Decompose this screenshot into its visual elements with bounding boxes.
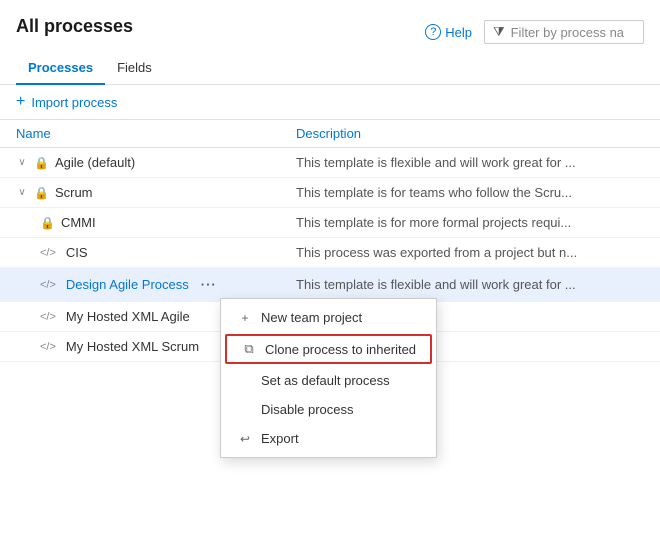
row-name-cell: 🔒 CMMI <box>16 215 296 230</box>
tab-processes[interactable]: Processes <box>16 52 105 85</box>
process-name[interactable]: My Hosted XML Agile <box>66 309 190 324</box>
plus-icon: + <box>237 311 253 325</box>
lock-icon: 🔒 <box>40 216 55 230</box>
row-desc-cell: This template is for more formal project… <box>296 215 644 230</box>
import-process-button[interactable]: + Import process <box>16 93 644 111</box>
processes-table: Name Description ∨ 🔒 Agile (default) Thi… <box>0 120 660 362</box>
process-name[interactable]: CMMI <box>61 215 96 230</box>
menu-item-label: Set as default process <box>261 373 390 388</box>
row-name-cell: ∨ 🔒 Scrum <box>16 185 296 200</box>
col-name: Name <box>16 126 296 141</box>
table-row: ∨ 🔒 Scrum This template is for teams who… <box>0 178 660 208</box>
export-icon: ↩ <box>237 432 253 446</box>
page-title: All processes <box>16 16 133 37</box>
menu-item-label: Clone process to inherited <box>265 342 416 357</box>
help-icon: ? <box>425 24 441 40</box>
menu-item-clone-process[interactable]: ⧉ Clone process to inherited <box>225 334 432 364</box>
table-header: Name Description <box>0 120 660 148</box>
menu-item-set-default[interactable]: Set as default process <box>221 366 436 395</box>
chevron-down-icon: ∨ <box>16 157 28 168</box>
code-icon: </> <box>40 341 56 353</box>
menu-item-label: Export <box>261 431 299 446</box>
menu-item-new-team-project[interactable]: + New team project <box>221 303 436 332</box>
code-icon: </> <box>40 311 56 323</box>
row-desc-cell: This process was exported from a project… <box>296 245 644 260</box>
tab-fields[interactable]: Fields <box>105 52 164 85</box>
clone-icon: ⧉ <box>241 341 257 357</box>
filter-input[interactable]: ⧩ Filter by process na <box>484 20 644 44</box>
table-row: </> CIS This process was exported from a… <box>0 238 660 268</box>
process-name[interactable]: Agile (default) <box>55 155 135 170</box>
menu-item-export[interactable]: ↩ Export <box>221 424 436 453</box>
process-name[interactable]: Scrum <box>55 185 93 200</box>
context-menu: + New team project ⧉ Clone process to in… <box>220 298 437 458</box>
tabs-bar: Processes Fields <box>0 52 660 85</box>
menu-item-disable-process[interactable]: Disable process <box>221 395 436 424</box>
row-desc-cell: This template is for teams who follow th… <box>296 185 644 200</box>
process-name[interactable]: CIS <box>66 245 88 260</box>
lock-icon: 🔒 <box>34 156 49 170</box>
menu-item-label: New team project <box>261 310 362 325</box>
process-name[interactable]: My Hosted XML Scrum <box>66 339 199 354</box>
plus-icon: + <box>16 93 25 111</box>
table-row: 🔒 CMMI This template is for more formal … <box>0 208 660 238</box>
menu-item-label: Disable process <box>261 402 354 417</box>
col-desc: Description <box>296 126 644 141</box>
import-label: Import process <box>31 95 117 110</box>
code-icon: </> <box>40 247 56 259</box>
filter-icon: ⧩ <box>493 24 505 40</box>
filter-placeholder: Filter by process na <box>511 25 624 40</box>
row-desc-cell: This template is flexible and will work … <box>296 155 644 170</box>
toolbar: + Import process <box>0 85 660 120</box>
page-header: All processes ? Help ⧩ Filter by process… <box>0 0 660 44</box>
row-name-cell: ∨ 🔒 Agile (default) <box>16 155 296 170</box>
row-name-cell: </> Design Agile Process ··· <box>16 275 296 294</box>
row-desc-cell: This template is flexible and will work … <box>296 277 644 292</box>
help-label: Help <box>445 25 472 40</box>
table-row: ∨ 🔒 Agile (default) This template is fle… <box>0 148 660 178</box>
chevron-down-icon: ∨ <box>16 187 28 198</box>
process-name-link[interactable]: Design Agile Process <box>66 277 189 292</box>
help-link[interactable]: ? Help <box>425 24 472 40</box>
lock-icon: 🔒 <box>34 186 49 200</box>
code-icon: </> <box>40 279 56 291</box>
table-row: </> Design Agile Process ··· This templa… <box>0 268 660 302</box>
more-options-button[interactable]: ··· <box>195 275 223 294</box>
header-actions: ? Help ⧩ Filter by process na <box>425 20 644 44</box>
row-name-cell: </> CIS <box>16 245 296 260</box>
